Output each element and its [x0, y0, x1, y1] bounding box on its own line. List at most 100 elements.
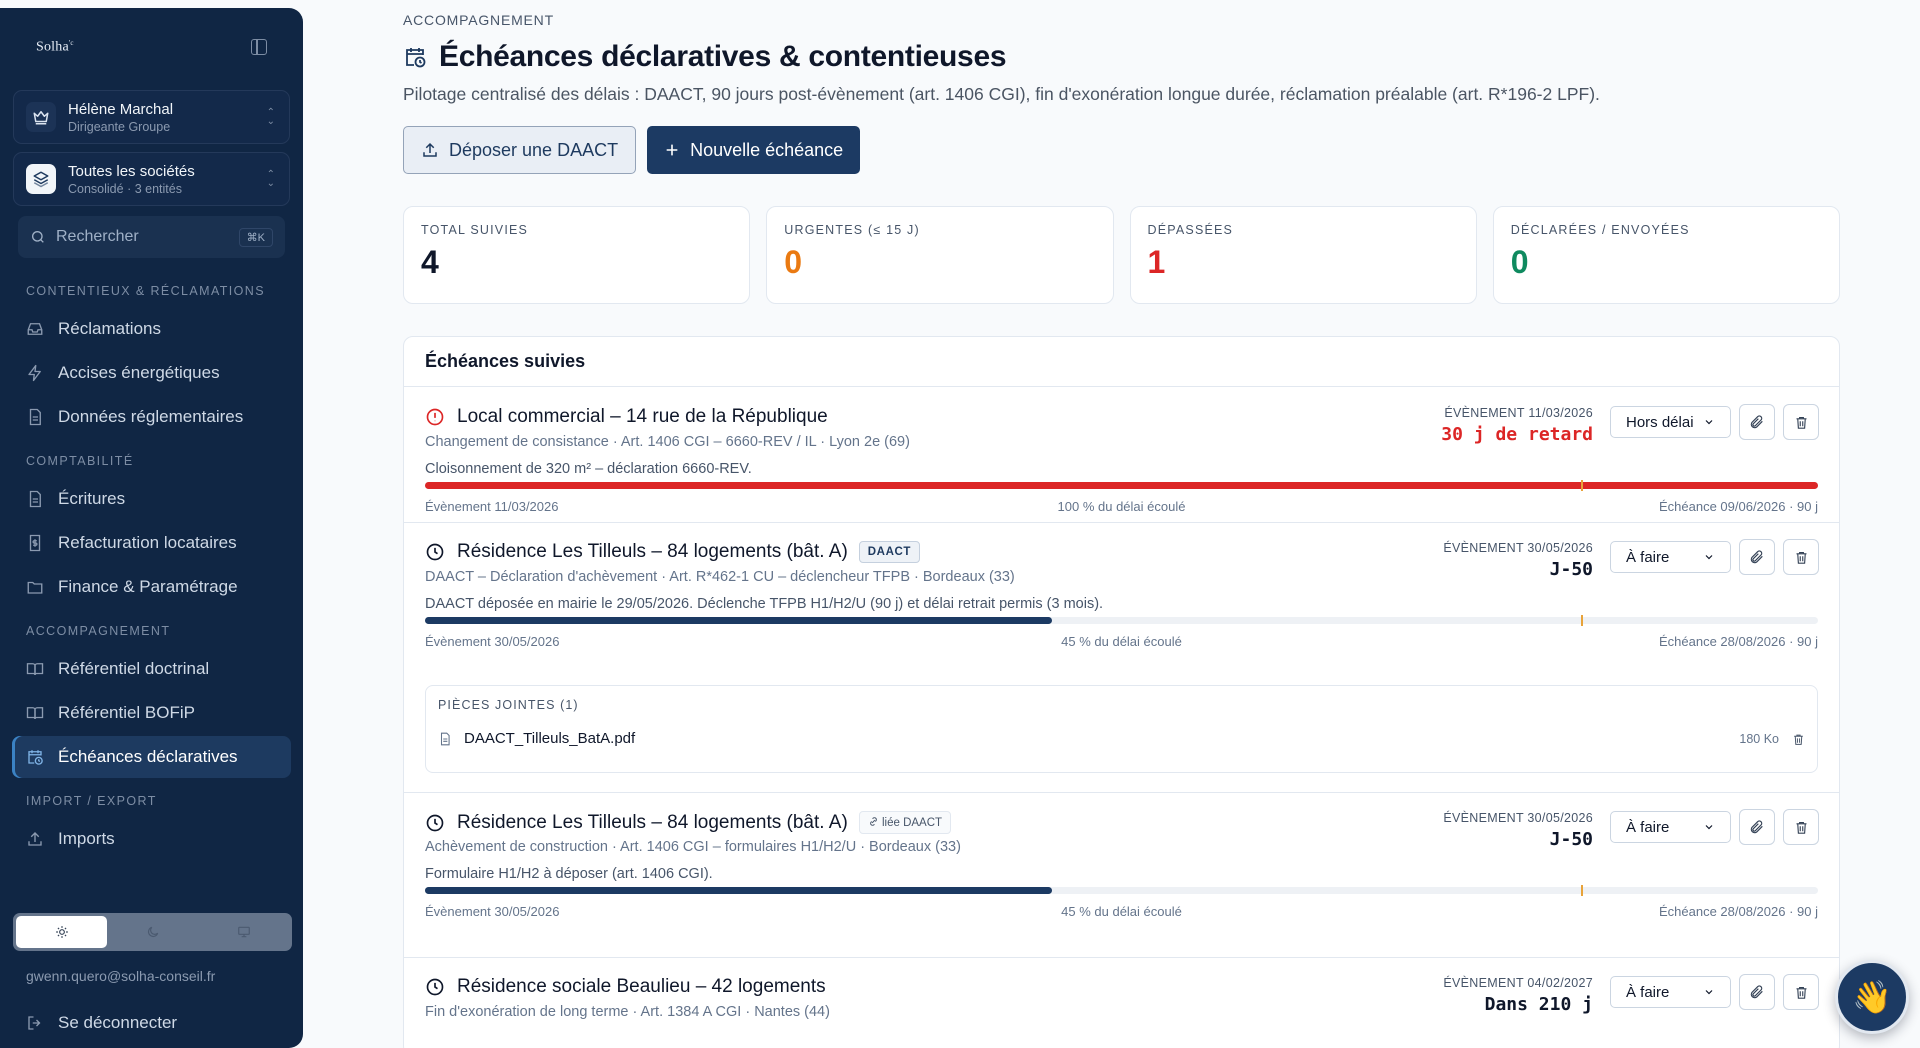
progress-end: Échéance 28/08/2026 · 90 j [1658, 634, 1818, 649]
user-email: gwenn.quero@solha-conseil.fr [26, 968, 216, 984]
sidebar-item-referentiel-doctrinal[interactable]: Référentiel doctrinal [12, 648, 291, 690]
delete-button[interactable] [1783, 404, 1819, 440]
deadline-controls: À faire [1610, 809, 1819, 845]
attach-button[interactable] [1739, 809, 1775, 845]
status-select[interactable]: À faire [1610, 976, 1731, 1008]
page-title: Échéances déclaratives & contentieuses [439, 40, 1007, 73]
logout-icon [26, 1014, 44, 1032]
sidebar-item-label: Référentiel doctrinal [58, 659, 210, 678]
search-icon [32, 231, 44, 243]
stat-card-urgent: URGENTES (≤ 15 J) 0 [766, 206, 1114, 304]
sidebar-item-ecritures[interactable]: Écritures [12, 478, 291, 520]
sidebar-item-label: Échéances déclaratives [58, 747, 238, 766]
deadline-title: Résidence Les Tilleuls – 84 logements (b… [457, 541, 848, 562]
sidebar-item-refacturation[interactable]: Refacturation locataires [12, 522, 291, 564]
progress-fill [425, 482, 1818, 489]
new-deadline-button[interactable]: Nouvelle échéance [647, 126, 861, 174]
deadline-title: Résidence sociale Beaulieu – 42 logement… [457, 976, 826, 997]
alert-circle-icon [426, 408, 444, 426]
delay-text: J-50 [1549, 559, 1593, 580]
monitor-icon [237, 926, 250, 938]
nav-section-title: CONTENTIEUX & RÉCLAMATIONS [26, 284, 265, 298]
attach-button[interactable] [1739, 539, 1775, 575]
delete-attachment-button[interactable] [1792, 733, 1805, 751]
upload-daact-label: Déposer une DAACT [449, 139, 619, 160]
progress-marker [1581, 615, 1583, 626]
status-value: Hors délai [1626, 413, 1694, 431]
attachment-size: 180 Ko [1739, 732, 1779, 746]
stat-label: URGENTES (≤ 15 J) [784, 223, 920, 237]
linked-daact-label: liée DAACT [881, 817, 943, 829]
stat-label: TOTAL SUIVIES [421, 223, 529, 237]
theme-toggle[interactable] [13, 913, 292, 951]
sidebar-item-imports[interactable]: Imports [12, 818, 291, 860]
status-select[interactable]: Hors délai [1610, 406, 1731, 438]
file-icon [440, 732, 450, 745]
search-shortcut: ⌘K [238, 227, 273, 247]
status-select[interactable]: À faire [1610, 541, 1731, 573]
help-chat-button[interactable]: 👋 [1835, 960, 1909, 1034]
deadline-desc: DAACT déposée en mairie le 29/05/2026. D… [425, 596, 1104, 612]
sidebar-item-label: Réclamations [58, 319, 161, 338]
chevron-down-icon [1705, 555, 1713, 560]
sidebar-item-echeances[interactable]: Échéances déclaratives [12, 736, 291, 778]
logout-label: Se déconnecter [58, 1013, 178, 1032]
stat-card-overdue: DÉPASSÉES 1 [1129, 206, 1477, 304]
waving-hand-icon: 👋 [1852, 979, 1892, 1015]
sidebar-item-accises[interactable]: Accises énergétiques [12, 352, 291, 394]
company-sub: Consolidé · 3 entités [68, 181, 182, 196]
sidebar-item-donnees[interactable]: Données réglementaires [12, 396, 291, 438]
deadline-item: Résidence sociale Beaulieu – 42 logement… [404, 958, 1839, 1048]
search-input[interactable]: Rechercher ⌘K [18, 216, 285, 258]
page-subtitle: Pilotage centralisé des délais : DAACT, … [403, 84, 1600, 104]
progress-start: Évènement 30/05/2026 [425, 634, 560, 649]
attachment-filename: DAACT_Tilleuls_BatA.pdf [464, 730, 636, 747]
attach-button[interactable] [1739, 974, 1775, 1010]
sidebar-item-label: Refacturation locataires [58, 533, 237, 552]
event-date: ÉVÈNEMENT 11/03/2026 [1444, 406, 1593, 420]
sidebar-item-reclamations[interactable]: Réclamations [12, 308, 291, 350]
sidebar-item-label: Imports [58, 829, 115, 848]
theme-light-button[interactable] [16, 916, 107, 948]
status-select[interactable]: À faire [1610, 811, 1731, 843]
sidebar-item-label: Accises énergétiques [58, 363, 220, 382]
attach-button[interactable] [1739, 404, 1775, 440]
sidebar-item-finance[interactable]: Finance & Paramétrage [12, 566, 291, 608]
delete-button[interactable] [1783, 974, 1819, 1010]
progress-track [425, 480, 1818, 491]
deadlines-panel: Échéances suivies Local commercial – 14 … [403, 336, 1840, 1048]
status-value: À faire [1626, 818, 1670, 836]
paperclip-icon [1750, 985, 1763, 999]
delete-button[interactable] [1783, 539, 1819, 575]
theme-system-button[interactable] [198, 916, 289, 948]
trash-icon [1796, 551, 1806, 564]
sidebar-item-label: Données réglementaires [58, 407, 244, 426]
folder-icon [26, 578, 44, 596]
collapse-sidebar-icon[interactable] [251, 39, 267, 55]
company-switcher[interactable]: Toutes les sociétés Consolidé · 3 entité… [13, 152, 290, 206]
paperclip-icon [1750, 820, 1763, 834]
upload-daact-button[interactable]: Déposer une DAACT [403, 126, 637, 174]
delete-button[interactable] [1783, 809, 1819, 845]
panel-title: Échéances suivies [404, 337, 1839, 387]
brand-logo[interactable]: Solha'c [36, 39, 74, 56]
attachments-title: PIÈCES JOINTES (1) [438, 698, 579, 712]
chevron-down-icon [1705, 420, 1713, 425]
theme-dark-button[interactable] [107, 916, 198, 948]
user-switcher[interactable]: Hélène Marchal Dirigeante Groupe ⌃ ⌄ [13, 90, 290, 144]
stat-value: 0 [784, 244, 803, 280]
sidebar-item-referentiel-bofip[interactable]: Référentiel BOFiP [12, 692, 291, 734]
stat-value: 0 [1510, 244, 1529, 280]
deadline-item: Local commercial – 14 rue de la Républiq… [404, 388, 1839, 523]
deadline-timing: ÉVÈNEMENT 30/05/2026 J-50 [1443, 811, 1593, 850]
logout-button[interactable]: Se déconnecter [12, 1002, 291, 1044]
attachments-box: PIÈCES JOINTES (1) DAACT_Tilleuls_BatA.p… [425, 685, 1818, 773]
document-icon [26, 490, 44, 508]
attachment-file[interactable]: DAACT_Tilleuls_BatA.pdf [438, 730, 635, 747]
upload-icon [26, 830, 44, 848]
stat-label: DÉPASSÉES [1147, 223, 1234, 237]
sidebar-item-label: Finance & Paramétrage [58, 577, 238, 596]
action-bar: Déposer une DAACT Nouvelle échéance [403, 126, 861, 174]
progress-elapsed: 45 % du délai écoulé [1061, 634, 1182, 649]
progress-marker [1581, 480, 1583, 491]
